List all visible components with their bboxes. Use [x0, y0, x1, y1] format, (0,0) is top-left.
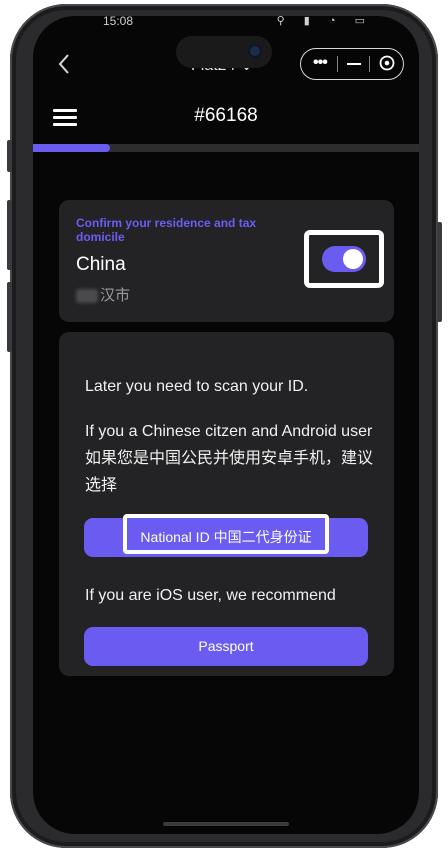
- android-instructions: If you a Chinese citzen and Android user…: [85, 423, 374, 494]
- phone-side-button: [7, 200, 12, 270]
- phone-side-button: [7, 282, 12, 352]
- passport-button[interactable]: Passport: [84, 627, 368, 666]
- city-value: 汉市: [76, 284, 130, 305]
- city-suffix: 汉市: [100, 287, 131, 304]
- back-arrow-icon[interactable]: [53, 50, 77, 78]
- dynamic-island: [176, 36, 272, 68]
- national-id-button[interactable]: National ID 中国二代身份证: [84, 514, 368, 557]
- button-highlight: [123, 514, 329, 554]
- residence-toggle[interactable]: [322, 246, 366, 272]
- residence-card: Confirm your residence and tax domicile …: [59, 200, 394, 322]
- capsule-divider: [369, 56, 370, 72]
- status-icons: ⚲ ▮ ◔ ▭: [276, 16, 373, 27]
- scan-id-note: Later you need to scan your ID.: [85, 378, 309, 395]
- confirm-residence-label: Confirm your residence and tax domicile: [76, 216, 257, 244]
- phone-screen: 15:08 ⚲ ▮ ◔ ▭ Flat24 ⌄ ••• #66168 Co: [33, 16, 419, 834]
- close-circle-icon[interactable]: [379, 55, 395, 71]
- progress-bar: [33, 144, 419, 152]
- toggle-highlight: [304, 230, 384, 288]
- id-selection-card: Later you need to scan your ID. If you a…: [59, 332, 394, 676]
- capsule-menu: •••: [300, 48, 404, 80]
- passport-label: Passport: [198, 638, 254, 654]
- more-dots-icon[interactable]: •••: [313, 54, 328, 72]
- progress-fill: [33, 144, 111, 152]
- status-time: 15:08: [103, 16, 134, 28]
- home-indicator: [163, 822, 289, 826]
- redacted-text: [76, 289, 98, 304]
- camera-dot: [250, 46, 260, 56]
- toggle-knob: [343, 249, 363, 269]
- app-header: #66168: [33, 88, 419, 144]
- country-value: China: [76, 254, 126, 275]
- case-number: #66168: [194, 105, 258, 126]
- minimize-icon[interactable]: [347, 63, 361, 65]
- phone-side-button: [7, 140, 12, 172]
- capsule-divider: [337, 56, 338, 72]
- phone-side-button: [437, 222, 442, 322]
- ios-instructions: If you are iOS user, we recommend: [85, 587, 336, 604]
